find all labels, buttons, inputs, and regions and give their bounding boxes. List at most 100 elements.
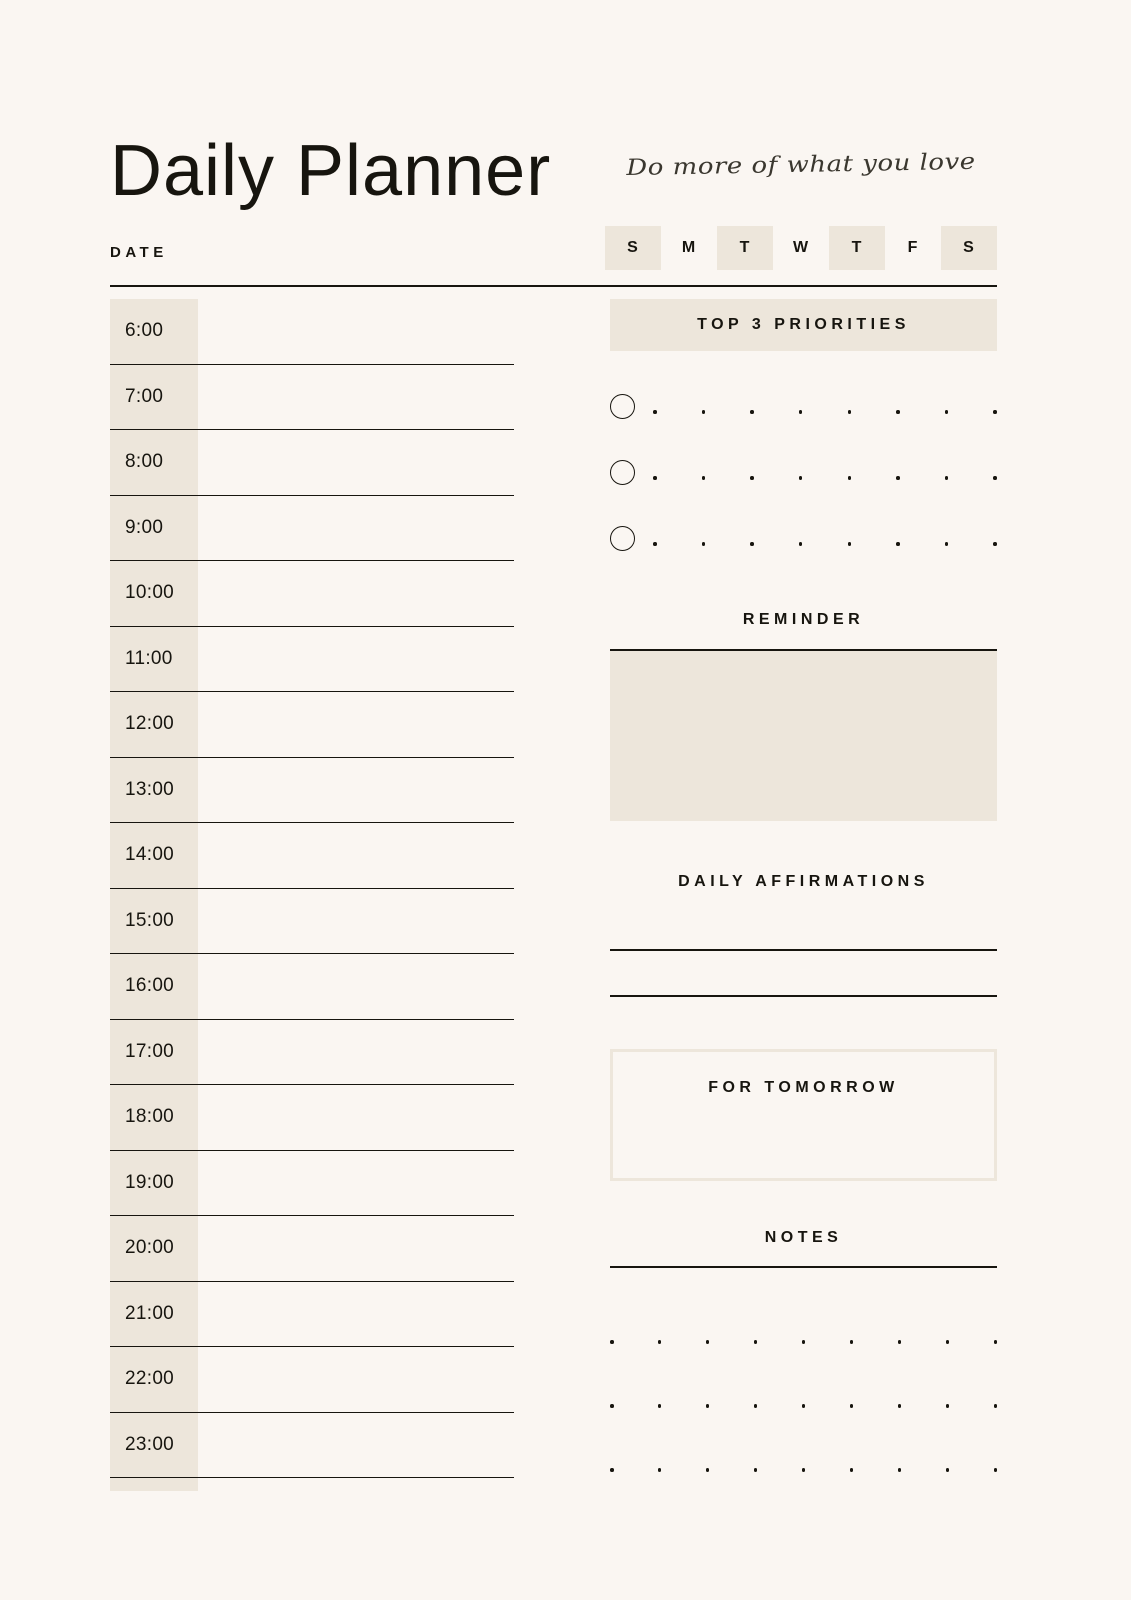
schedule-entry-input[interactable] [198, 496, 514, 561]
day-box-4[interactable]: T [829, 226, 885, 270]
schedule-entry-input[interactable] [198, 758, 514, 823]
day-box-1[interactable]: M [661, 226, 717, 270]
daily-affirmations-title: DAILY AFFIRMATIONS [678, 873, 929, 890]
schedule-row: 11:00 [110, 627, 514, 692]
schedule-time-label: 19:00 [125, 1171, 175, 1193]
day-label: F [907, 239, 919, 256]
guide-dot [701, 410, 706, 414]
guide-dot [944, 410, 949, 414]
notes-dot-grid[interactable] [610, 1310, 997, 1502]
schedule-entry-input[interactable] [198, 823, 514, 888]
schedule-entry-input[interactable] [198, 1347, 514, 1412]
guide-dot [993, 1468, 997, 1472]
guide-dot [897, 1404, 902, 1408]
reminder-input[interactable] [610, 651, 997, 821]
day-box-5[interactable]: F [885, 226, 941, 270]
priority-input-2[interactable] [653, 476, 997, 480]
right-column: TOP 3 PRIORITIES REMINDER DAILY AFFIRMAT… [610, 299, 997, 1502]
schedule-entry-input[interactable] [198, 1085, 514, 1150]
guide-dot [849, 1404, 854, 1408]
schedule-entry-input[interactable] [198, 954, 514, 1019]
day-box-3[interactable]: W [773, 226, 829, 270]
guide-dot [945, 1404, 950, 1408]
schedule-rows: 6:00 7:00 8:00 9:00 10:00 11:00 12:00 13:00 14:0… [110, 299, 514, 1478]
schedule-entry-input[interactable] [198, 1282, 514, 1347]
schedule-time-label: 14:00 [125, 844, 175, 866]
schedule-row: 17:00 [110, 1020, 514, 1085]
guide-dot [993, 542, 997, 546]
top-priorities-title: TOP 3 PRIORITIES [697, 316, 910, 333]
notes-divider [610, 1266, 997, 1268]
schedule-time-label: 7:00 [125, 385, 164, 407]
guide-dot [753, 1468, 758, 1472]
schedule-entry-input[interactable] [198, 889, 514, 954]
schedule-entry-input[interactable] [198, 365, 514, 430]
priority-checkbox-1[interactable] [610, 393, 635, 419]
schedule-row: 16:00 [110, 954, 514, 1020]
affirmation-line-1[interactable] [610, 949, 997, 951]
day-label: T [851, 239, 863, 256]
guide-dot [610, 1404, 614, 1408]
priority-row [610, 439, 997, 505]
schedule-entry-input[interactable] [198, 561, 514, 626]
schedule-time-label: 18:00 [125, 1106, 175, 1128]
schedule-time-label: 11:00 [125, 647, 173, 669]
guide-dot [610, 1468, 614, 1472]
guide-dot [993, 476, 997, 480]
guide-dot [705, 1404, 710, 1408]
guide-dot [798, 410, 803, 414]
schedule-entry-input[interactable] [198, 1151, 514, 1216]
guide-dot [701, 542, 706, 546]
guide-dot [897, 1340, 902, 1344]
schedule-row: 10:00 [110, 561, 514, 627]
page-title: Daily Planner [110, 131, 552, 211]
day-box-0[interactable]: S [605, 226, 661, 270]
guide-dot [993, 1404, 997, 1408]
for-tomorrow-title: FOR TOMORROW [708, 1079, 899, 1096]
top-priorities-list [610, 373, 997, 571]
guide-dot [657, 1468, 662, 1472]
for-tomorrow-box[interactable]: FOR TOMORROW [610, 1049, 997, 1181]
priority-input-1[interactable] [653, 410, 997, 414]
guide-dot [944, 542, 949, 546]
day-box-2[interactable]: T [717, 226, 773, 270]
page-content: Daily Planner Do more of what you love D… [110, 0, 997, 1600]
guide-dot [750, 542, 754, 546]
day-label: T [739, 239, 751, 256]
guide-dot [653, 542, 657, 546]
schedule-entry-input[interactable] [198, 1413, 514, 1478]
header-divider [110, 285, 997, 287]
day-box-6[interactable]: S [941, 226, 997, 270]
schedule-entry-input[interactable] [198, 299, 514, 364]
priority-row [610, 505, 997, 571]
guide-dot [750, 410, 754, 414]
guide-dot [847, 476, 852, 480]
priority-input-3[interactable] [653, 542, 997, 546]
notes-dot-row [610, 1310, 997, 1374]
schedule-entry-input[interactable] [198, 430, 514, 495]
schedule-time-label: 6:00 [125, 320, 164, 342]
date-label: DATE [110, 244, 168, 261]
schedule-row: 12:00 [110, 692, 514, 758]
guide-dot [847, 410, 852, 414]
schedule-entry-input[interactable] [198, 1020, 514, 1085]
guide-dot [847, 542, 852, 546]
notes-title: NOTES [764, 1229, 843, 1246]
schedule-row: 8:00 [110, 430, 514, 496]
notes-dot-row [610, 1374, 997, 1438]
schedule-entry-input[interactable] [198, 692, 514, 757]
guide-dot [653, 476, 657, 480]
schedule-row: 14:00 [110, 823, 514, 889]
guide-dot [849, 1340, 854, 1344]
schedule-row: 23:00 [110, 1413, 514, 1478]
schedule-entry-input[interactable] [198, 1216, 514, 1281]
schedule-row: 22:00 [110, 1347, 514, 1413]
schedule-time-label: 23:00 [125, 1433, 175, 1455]
priority-checkbox-3[interactable] [610, 525, 635, 551]
priority-checkbox-2[interactable] [610, 459, 635, 485]
planner-header: Daily Planner Do more of what you love D… [110, 128, 997, 278]
affirmation-line-2[interactable] [610, 995, 997, 997]
schedule-time-label: 8:00 [125, 451, 164, 473]
guide-dot [944, 476, 949, 480]
schedule-entry-input[interactable] [198, 627, 514, 692]
